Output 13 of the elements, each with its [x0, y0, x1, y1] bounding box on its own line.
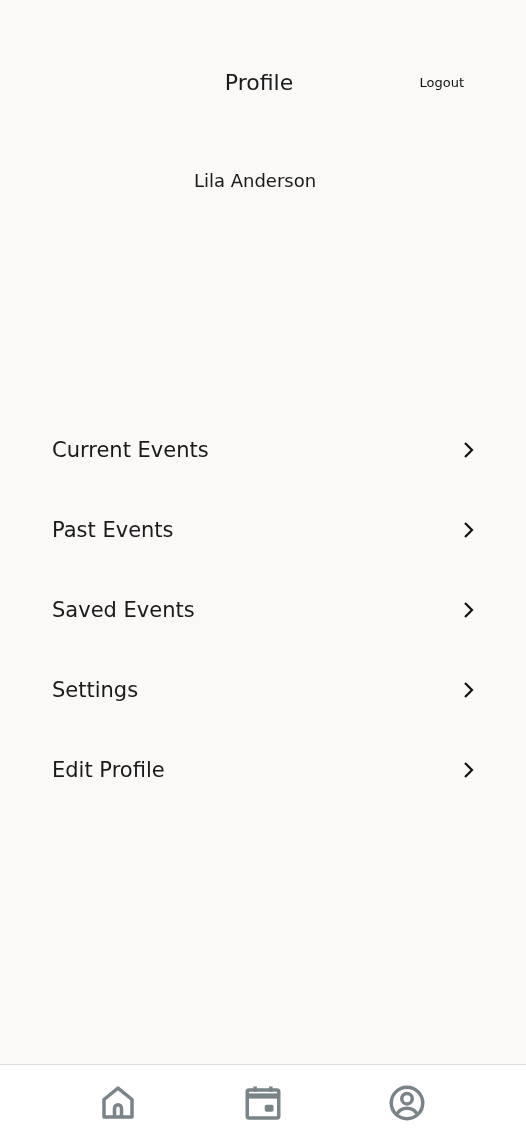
menu-item[interactable]: Saved Events [52, 598, 195, 622]
chevron-right-icon [462, 601, 474, 619]
menu-item[interactable]: Past Events [52, 518, 174, 542]
chevron-right-icon [462, 441, 474, 459]
page-title: Profile [224, 70, 295, 96]
menu-item[interactable]: Current Events [52, 438, 209, 462]
chevron-right-icon [462, 761, 474, 779]
chevron-right-icon [462, 521, 474, 539]
logout-link[interactable]: Logout [419, 70, 464, 96]
menu-item[interactable]: Edit Profile [52, 758, 165, 782]
user-name: Lila Anderson [192, 169, 318, 193]
menu-item[interactable]: Settings [52, 678, 139, 702]
chevron-right-icon [462, 681, 474, 699]
